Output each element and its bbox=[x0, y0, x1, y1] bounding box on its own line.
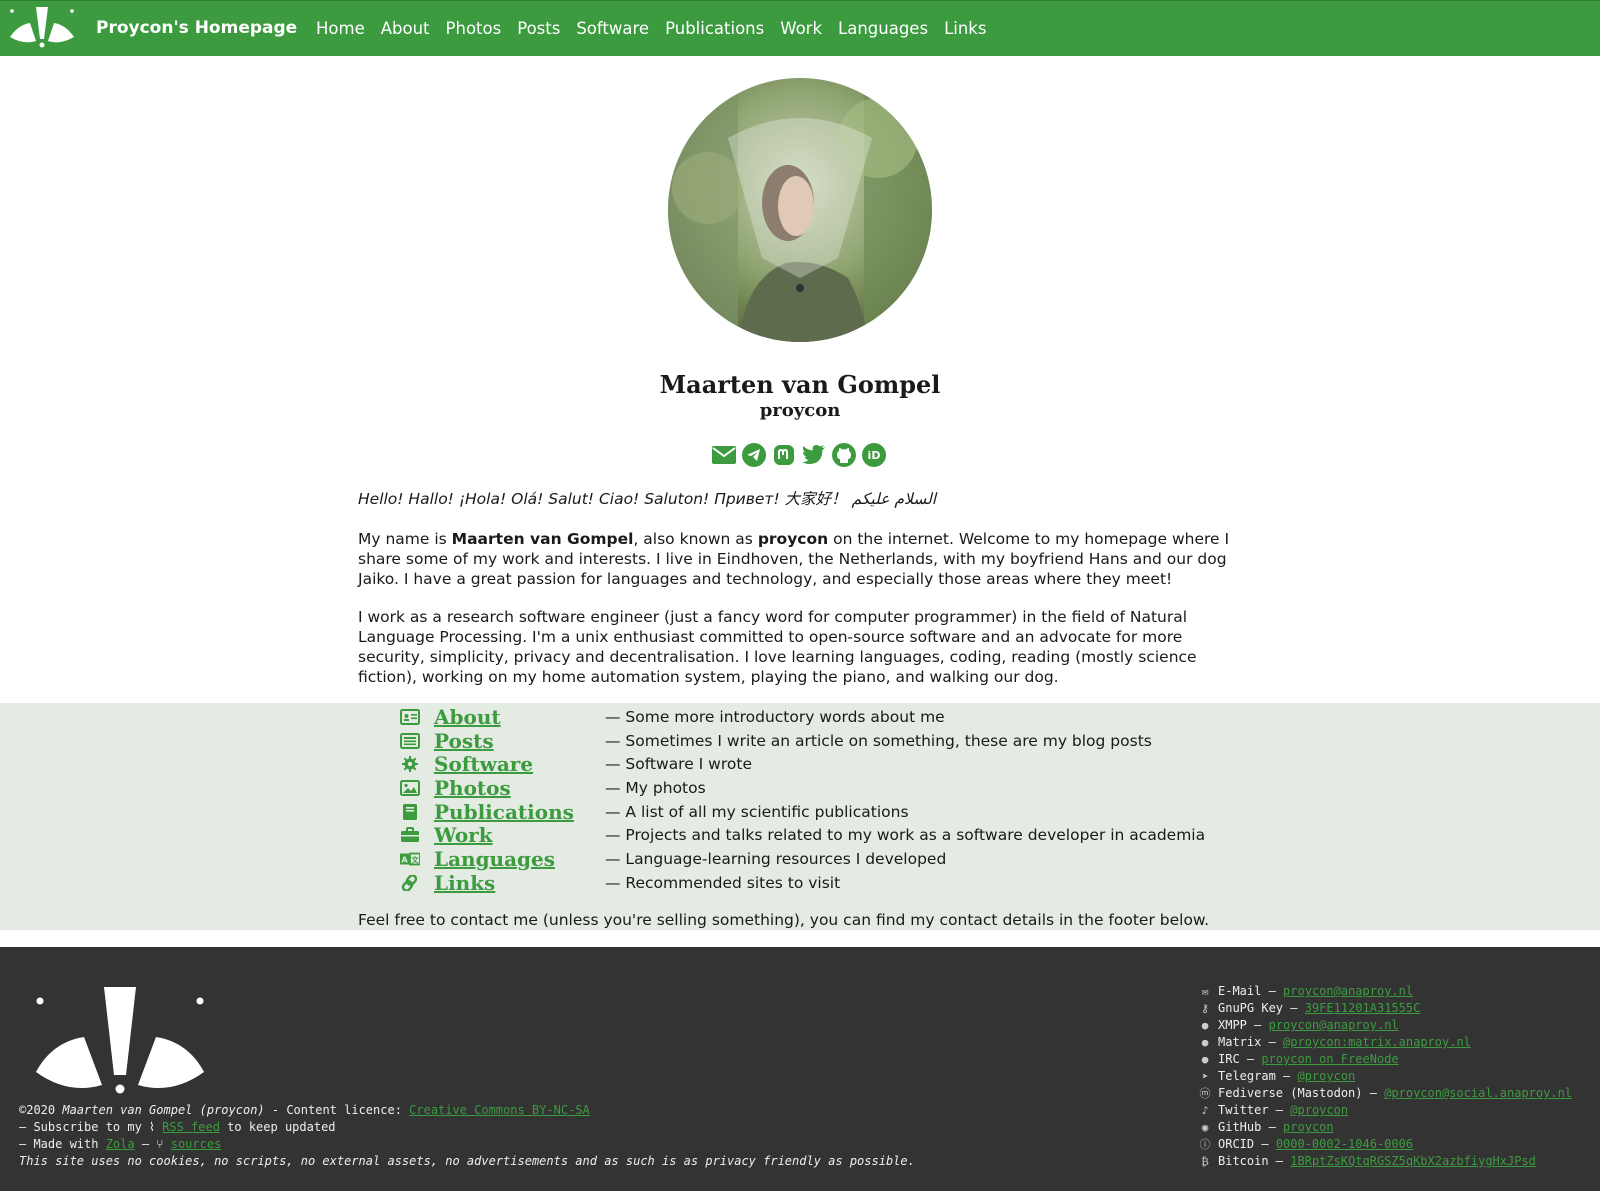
nav-link-links[interactable]: Links bbox=[944, 19, 986, 38]
main-nav: Home About Photos Posts Software Publica… bbox=[316, 19, 986, 38]
image-icon bbox=[400, 780, 420, 797]
email-icon: ✉ bbox=[1201, 985, 1209, 998]
footer-info: ©2020 Maarten van Gompel (proycon) - Con… bbox=[19, 1102, 915, 1170]
svg-text:文: 文 bbox=[410, 856, 419, 865]
intro-paragraph-2: I work as a research software engineer (… bbox=[358, 608, 1197, 686]
contact-email: ✉ E-Mail – proycon@anaproy.nl bbox=[1198, 983, 1572, 1000]
orcid-icon: ⓘ bbox=[1199, 1138, 1211, 1151]
sections-list: About — Some more introductory words abo… bbox=[400, 705, 1300, 895]
rss-icon: ⌇ bbox=[149, 1120, 163, 1134]
privacy-note: This site uses no cookies, no scripts, n… bbox=[19, 1154, 915, 1168]
contact-xmpp: ● XMPP – proycon@anaproy.nl bbox=[1198, 1017, 1572, 1034]
section-link-photos[interactable]: Photos bbox=[434, 776, 511, 800]
footer-logo-icon bbox=[36, 987, 204, 1094]
telegram-icon[interactable] bbox=[742, 443, 766, 467]
nav-link-about[interactable]: About bbox=[381, 19, 430, 38]
section-link-software[interactable]: Software bbox=[434, 752, 533, 776]
chat-icon: ● bbox=[1201, 1053, 1209, 1066]
profile-handle: proycon bbox=[759, 400, 841, 421]
nav-link-home[interactable]: Home bbox=[316, 19, 365, 38]
section-item-links: Links — Recommended sites to visit bbox=[400, 871, 1300, 895]
chat-icon: ● bbox=[1201, 1019, 1209, 1032]
orcid-icon[interactable]: iD bbox=[862, 443, 886, 467]
newspaper-icon bbox=[400, 732, 420, 749]
profile-photo bbox=[668, 78, 932, 342]
chat-icon: ● bbox=[1201, 1036, 1209, 1049]
section-item-work: Work — Projects and talks related to my … bbox=[400, 823, 1300, 847]
contact-note: Feel free to contact me (unless you're s… bbox=[358, 911, 1210, 929]
briefcase-icon bbox=[401, 827, 419, 843]
contact-irc: ● IRC – proycon on FreeNode bbox=[1198, 1051, 1572, 1068]
key-icon: ⚷ bbox=[1200, 1002, 1210, 1015]
nav-link-posts[interactable]: Posts bbox=[517, 19, 560, 38]
section-link-links[interactable]: Links bbox=[434, 871, 495, 895]
section-item-software: Software — Software I wrote bbox=[400, 752, 1300, 776]
intro-paragraph-1: My name is Maarten van Gompel, also know… bbox=[358, 530, 1230, 588]
mastodon-icon: ⓜ bbox=[1199, 1087, 1211, 1100]
nav-link-work[interactable]: Work bbox=[780, 19, 822, 38]
gear-icon bbox=[402, 756, 418, 773]
subscribe-line: – Subscribe to my ⌇ RSS feed to keep upd… bbox=[19, 1120, 336, 1134]
section-link-publications[interactable]: Publications bbox=[434, 800, 574, 824]
licence-link[interactable]: Creative Commons BY-NC-SA bbox=[409, 1103, 590, 1117]
section-item-languages: A文 Languages — Language-learning resourc… bbox=[400, 847, 947, 872]
svg-text:iD: iD bbox=[868, 449, 881, 462]
section-link-work[interactable]: Work bbox=[434, 823, 493, 847]
link-icon bbox=[401, 874, 418, 891]
copyright-line: ©2020 Maarten van Gompel (proycon) - Con… bbox=[19, 1103, 590, 1117]
twitter-icon[interactable] bbox=[802, 443, 826, 467]
contact-twitter: ♪ Twitter – @proycon bbox=[1198, 1102, 1572, 1119]
github-icon: ◉ bbox=[1201, 1121, 1209, 1134]
contact-telegram: ➤ Telegram – @proycon bbox=[1198, 1068, 1572, 1085]
name-bold: Maarten van Gompel bbox=[451, 530, 634, 548]
email-icon[interactable] bbox=[712, 443, 736, 467]
social-links: iD bbox=[712, 443, 886, 467]
section-link-languages[interactable]: Languages bbox=[434, 847, 555, 871]
contact-orcid: ⓘ ORCID – 0000-0002-1046-0006 bbox=[1199, 1137, 1414, 1151]
git-branch-icon: ⑂ bbox=[156, 1137, 171, 1151]
nav-link-languages[interactable]: Languages bbox=[838, 19, 928, 38]
telegram-icon: ➤ bbox=[1201, 1070, 1209, 1083]
nav-link-photos[interactable]: Photos bbox=[446, 19, 502, 38]
section-link-posts[interactable]: Posts bbox=[434, 729, 494, 753]
contact-bitcoin: ₿ Bitcoin – 1BRptZsKQtqRGSZ5qKbX2azbfiygH… bbox=[1198, 1153, 1572, 1170]
section-item-posts: Posts — Sometimes I write an article on … bbox=[400, 729, 1300, 753]
site-logo-icon[interactable] bbox=[8, 3, 76, 51]
contact-mastodon: ⓜ Fediverse (Mastodon) – @proycon@social.… bbox=[1199, 1086, 1573, 1100]
bitcoin-icon: ₿ bbox=[1201, 1155, 1209, 1168]
contact-github: ◉ GitHub – proycon bbox=[1198, 1119, 1572, 1136]
svg-text:A: A bbox=[401, 855, 408, 865]
contact-list: ✉ E-Mail – proycon@anaproy.nl ⚷ GnuPG Key … bbox=[1198, 983, 1573, 1170]
section-item-photos: Photos — My photos bbox=[400, 776, 1300, 800]
twitter-icon: ♪ bbox=[1201, 1104, 1209, 1117]
rss-link[interactable]: RSS feed bbox=[162, 1120, 220, 1134]
made-with-line: – Made with Zola – ⑂ sources bbox=[19, 1137, 222, 1151]
footer: ©2020 Maarten van Gompel (proycon) - Con… bbox=[0, 947, 1600, 1191]
language-icon: A文 bbox=[400, 852, 420, 866]
id-card-icon bbox=[400, 709, 420, 725]
book-icon bbox=[403, 803, 417, 820]
navbar: Proycon's Homepage Home About Photos Pos… bbox=[0, 0, 1600, 56]
zola-link[interactable]: Zola bbox=[106, 1137, 135, 1151]
contact-matrix: ● Matrix – @proycon:matrix.anaproy.nl bbox=[1198, 1034, 1572, 1051]
site-title[interactable]: Proycon's Homepage bbox=[96, 18, 297, 38]
section-item-publications: Publications — A list of all my scientif… bbox=[400, 800, 1300, 824]
profile-name: Maarten van Gompel bbox=[659, 370, 941, 399]
nav-link-publications[interactable]: Publications bbox=[665, 19, 764, 38]
section-item-about: About — Some more introductory words abo… bbox=[400, 705, 1300, 729]
greeting: Hello! Hallo! ¡Hola! Olá! Salut! Ciao! S… bbox=[358, 490, 937, 508]
nav-link-software[interactable]: Software bbox=[576, 19, 649, 38]
github-icon[interactable] bbox=[832, 443, 856, 467]
handle-bold: proycon bbox=[757, 530, 829, 548]
contact-gpg: ⚷ GnuPG Key – 39FE11201A31555C bbox=[1198, 1000, 1572, 1017]
mastodon-icon[interactable] bbox=[772, 443, 796, 467]
sources-link[interactable]: sources bbox=[171, 1137, 222, 1151]
section-link-about[interactable]: About bbox=[434, 705, 501, 729]
